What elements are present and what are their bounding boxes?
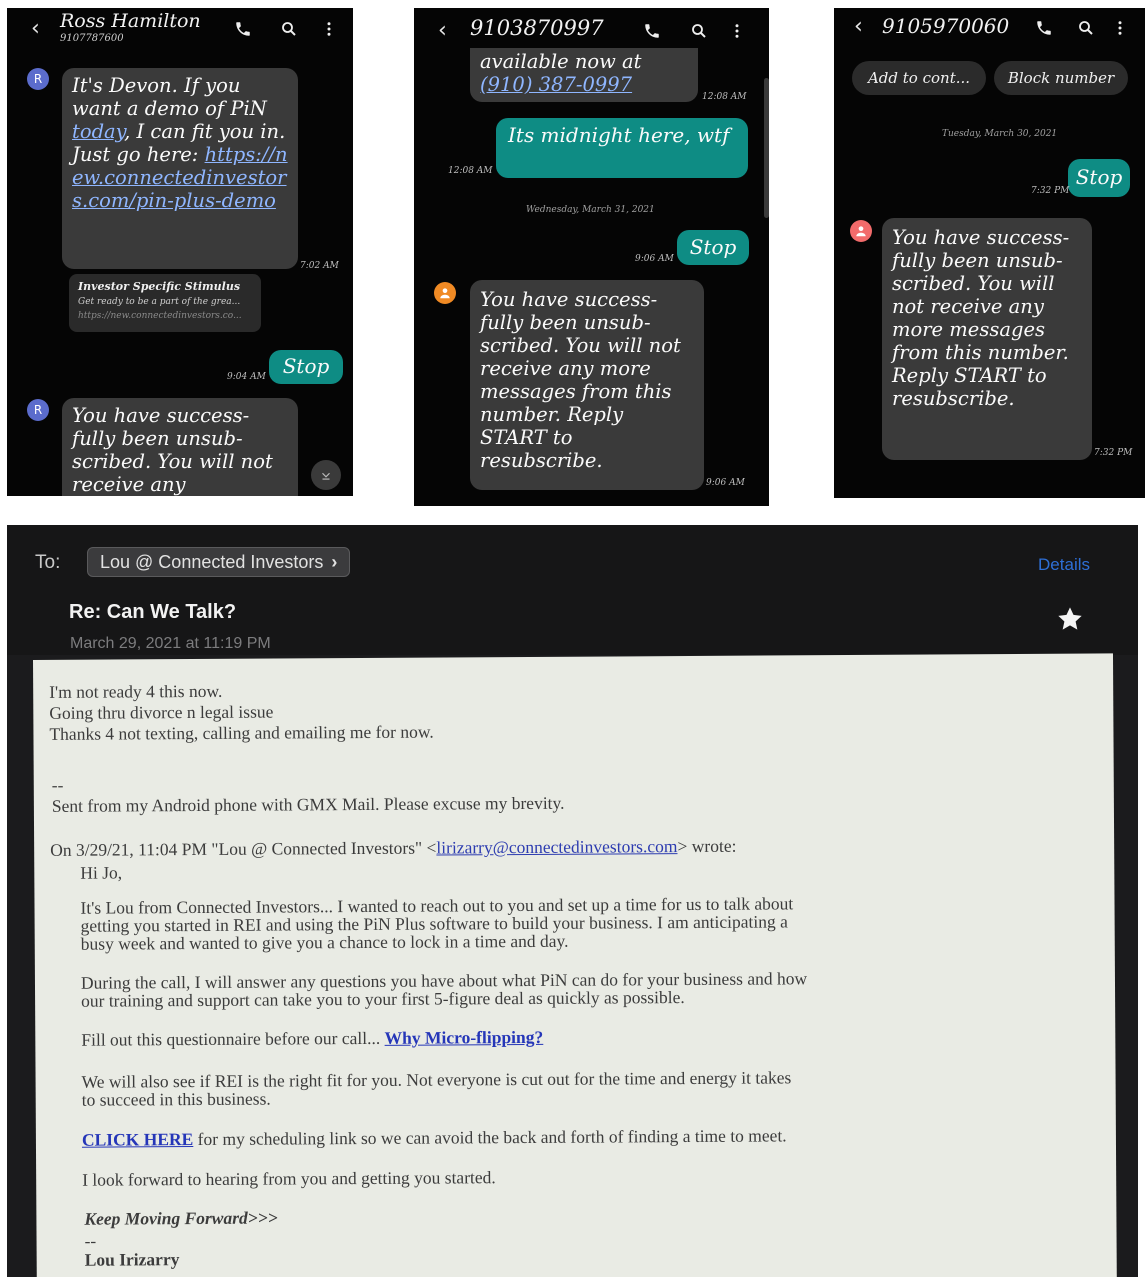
more-options-icon[interactable]: [1110, 18, 1130, 38]
contact-number: 9103870997: [470, 16, 604, 40]
back-arrow-icon[interactable]: ‹: [31, 16, 40, 41]
body-line: our training and support can take you to…: [81, 987, 685, 1011]
email-header: To: Lou @ Connected Investors › Details …: [7, 525, 1138, 655]
message-time: 7:32 PM: [1094, 448, 1133, 458]
recipient-name: Lou @ Connected Investors: [100, 551, 324, 572]
date-separator: Wednesday, March 31, 2021: [526, 205, 655, 215]
message-time: 7:32 PM: [1031, 186, 1070, 196]
body-line: Thanks 4 not texting, calling and emaili…: [49, 721, 434, 744]
body-line: busy week and wanted to give you a chanc…: [80, 930, 569, 954]
back-arrow-icon[interactable]: ‹: [438, 18, 447, 43]
message-bubble[interactable]: available now at (910) 387-0997: [470, 48, 698, 102]
scrollbar[interactable]: [764, 78, 769, 218]
to-label: To:: [35, 552, 61, 573]
contact-avatar-icon: [850, 220, 872, 242]
avatar: R: [27, 399, 49, 421]
date-separator: Tuesday, March 30, 2021: [942, 129, 1058, 139]
contact-number: 9107787600: [60, 33, 124, 44]
click-here-link[interactable]: CLICK HERE: [82, 1129, 193, 1150]
body-line: Fill out this questionnaire before our c…: [81, 1026, 544, 1050]
contact-avatar-icon: [434, 282, 456, 304]
recipient-chip[interactable]: Lou @ Connected Investors ›: [87, 547, 351, 577]
preview-url: https://new.connectedinvestors.co...: [78, 311, 242, 321]
preview-description: Get ready to be a part of the grea...: [78, 297, 241, 307]
sent-message-bubble[interactable]: Stop: [1068, 159, 1130, 197]
body-line: I look forward to hearing from you and g…: [82, 1167, 496, 1190]
search-icon[interactable]: [689, 21, 709, 41]
contact-name: Ross Hamilton: [60, 10, 201, 32]
phone-screenshot-1: ‹ Ross Hamilton 9107787600 R It's Devon.…: [7, 8, 353, 496]
signature-name: Lou Irizarry: [84, 1249, 180, 1270]
sent-message-bubble[interactable]: Stop: [677, 230, 749, 265]
signature-separator: --: [84, 1230, 97, 1251]
block-number-button[interactable]: Block number: [994, 61, 1128, 95]
message-time: 9:06 AM: [635, 254, 674, 264]
email-subject: Re: Can We Talk?: [69, 601, 237, 623]
greeting: Hi Jo,: [80, 862, 123, 883]
body-line: to succeed in this business.: [81, 1088, 271, 1110]
message-bubble[interactable]: It's Devon. If you want a demo of PiN to…: [62, 68, 298, 269]
message-bubble[interactable]: You have success-fully been unsub-scribe…: [882, 218, 1092, 460]
phone-screenshot-2: ‹ 9103870997 available now at (910) 387-0…: [414, 8, 769, 506]
message-time: 9:04 AM: [227, 372, 266, 382]
link-preview-card[interactable]: Investor Specific Stimulus Get ready to …: [69, 274, 261, 332]
signature-separator: --: [51, 774, 64, 795]
message-time: 12:08 AM: [702, 92, 747, 102]
phone-call-icon[interactable]: [1034, 18, 1054, 38]
more-options-icon[interactable]: [727, 21, 747, 41]
body-line: I'm not ready 4 this now.: [49, 680, 223, 702]
body-line: Going thru divorce n legal issue: [49, 701, 274, 723]
search-icon[interactable]: [279, 19, 299, 39]
message-bubble[interactable]: You have success-fully been unsub-scribe…: [470, 280, 704, 490]
message-time: 12:08 AM: [448, 166, 493, 176]
micro-flipping-link[interactable]: Why Micro-flipping?: [385, 1027, 544, 1048]
details-link[interactable]: Details: [1038, 555, 1090, 575]
message-time: 7:02 AM: [300, 261, 339, 271]
email-date: March 29, 2021 at 11:19 PM: [70, 635, 271, 652]
star-icon[interactable]: [1056, 605, 1084, 633]
quote-header: On 3/29/21, 11:04 PM "Lou @ Connected In…: [50, 835, 737, 860]
chevron-right-icon: ›: [331, 551, 338, 572]
phone-screenshot-3: ‹ 9105970060 Add to cont... Block number…: [834, 8, 1145, 498]
message-time: 9:06 AM: [706, 478, 745, 488]
contact-number: 9105970060: [882, 14, 1010, 38]
phone-number-link[interactable]: (910) 387-0997: [480, 73, 632, 96]
back-arrow-icon[interactable]: ‹: [854, 14, 863, 39]
sender-email-link[interactable]: lirizarry@connectedinvestors.com: [436, 836, 677, 857]
scroll-down-icon[interactable]: [311, 460, 341, 490]
more-options-icon[interactable]: [319, 19, 339, 39]
email-body: I'm not ready 4 this now. Going thru div…: [33, 653, 1117, 1277]
sent-message-bubble[interactable]: Its midnight here, wtf: [496, 118, 748, 178]
add-to-contacts-button[interactable]: Add to cont...: [852, 61, 986, 95]
body-line: CLICK HERE for my scheduling link so we …: [81, 1125, 787, 1150]
link-today[interactable]: today: [72, 120, 124, 143]
message-bubble[interactable]: You have success-fully been unsub-scribe…: [62, 398, 298, 496]
search-icon[interactable]: [1076, 18, 1096, 38]
phone-call-icon[interactable]: [642, 21, 662, 41]
avatar: R: [27, 68, 49, 90]
preview-title: Investor Specific Stimulus: [78, 280, 241, 293]
sent-message-bubble[interactable]: Stop: [269, 350, 343, 384]
email-screenshot: To: Lou @ Connected Investors › Details …: [7, 525, 1138, 1277]
body-line: Sent from my Android phone with GMX Mail…: [51, 792, 565, 816]
sign-off: Keep Moving Forward>>>: [84, 1207, 278, 1229]
phone-call-icon[interactable]: [233, 19, 253, 39]
